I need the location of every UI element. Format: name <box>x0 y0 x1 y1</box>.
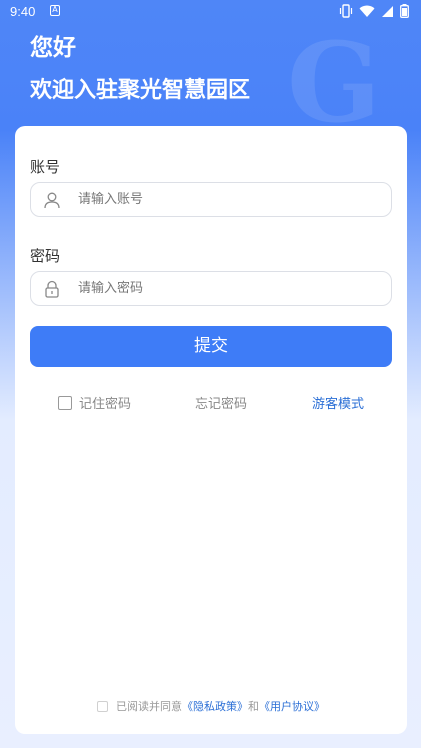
remember-password[interactable]: 记住密码 <box>58 393 131 412</box>
agreement-prefix: 已阅读并同意 <box>116 700 182 713</box>
login-card: 账号 密码 提交 记住密码 忘记密码 游客模式 已阅读并同意 《隐私政策》 和 … <box>15 126 407 734</box>
lock-icon <box>43 280 61 298</box>
agreement-and: 和 <box>248 700 259 713</box>
forgot-password-link[interactable]: 忘记密码 <box>195 393 247 412</box>
user-agreement-link[interactable]: 《用户协议》 <box>259 698 325 714</box>
login-options: 记住密码 忘记密码 游客模式 <box>15 391 407 412</box>
submit-button[interactable]: 提交 <box>30 326 392 367</box>
password-field[interactable] <box>30 271 392 306</box>
password-label: 密码 <box>30 247 61 265</box>
account-input[interactable] <box>78 183 378 216</box>
privacy-policy-link[interactable]: 《隐私政策》 <box>182 698 248 714</box>
battery-icon <box>400 4 409 22</box>
status-time: 9:40 <box>10 4 36 19</box>
signal-icon <box>381 5 394 22</box>
account-label: 账号 <box>30 158 61 176</box>
user-icon <box>43 191 61 209</box>
greeting-title: 您好 <box>30 35 76 61</box>
remember-checkbox[interactable] <box>58 395 72 410</box>
remember-label: 记住密码 <box>79 397 132 412</box>
agreement-row: 已阅读并同意 《隐私政策》 和 《用户协议》 <box>15 698 407 714</box>
password-input[interactable] <box>78 272 378 305</box>
guest-mode-link[interactable]: 游客模式 <box>312 393 364 412</box>
agreement-checkbox[interactable] <box>97 700 108 712</box>
account-field[interactable] <box>30 182 392 217</box>
welcome-title: 欢迎入驻聚光智慧园区 <box>30 78 251 103</box>
notification-icon: A <box>50 5 60 16</box>
